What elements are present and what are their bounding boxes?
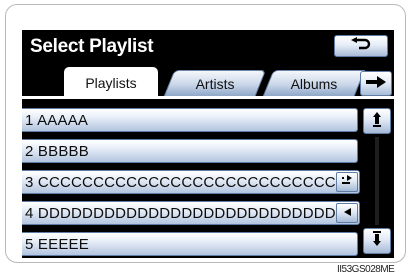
- scroll-down-icon: [372, 230, 382, 252]
- list-item[interactable]: 4 DDDDDDDDDDDDDDDDDDDDDDDDDDDD: [22, 201, 360, 225]
- tab-label: Albums: [290, 75, 338, 92]
- expand-text-button[interactable]: [336, 172, 358, 192]
- list-item[interactable]: 2 BBBBB: [22, 139, 358, 163]
- list-item[interactable]: 1 AAAAA: [22, 108, 358, 132]
- list-item-label: 2 BBBBB: [25, 142, 89, 160]
- right-arrow-icon: [365, 75, 387, 93]
- list-item[interactable]: 5 EEEEE: [22, 232, 358, 256]
- back-button[interactable]: [334, 35, 388, 57]
- tab-playlists[interactable]: Playlists: [64, 67, 158, 97]
- list-item-label: 1 AAAAA: [25, 111, 89, 129]
- scroll-down-button[interactable]: [363, 228, 391, 254]
- next-tab-button[interactable]: [360, 71, 392, 96]
- tab-label: Artists: [195, 75, 235, 92]
- expand-text-icon: [341, 173, 353, 191]
- scroll-up-icon: [372, 111, 382, 132]
- collapse-text-button[interactable]: [336, 203, 358, 223]
- list-item-label: 3 CCCCCCCCCCCCCCCCCCCCCCCCCCCC: [25, 173, 347, 191]
- scrollbar-track[interactable]: [375, 137, 379, 225]
- list-item[interactable]: 3 CCCCCCCCCCCCCCCCCCCCCCCCCCCC: [22, 170, 360, 194]
- list-item-label: 5 EEEEE: [25, 235, 89, 253]
- page-title: Select Playlist: [30, 36, 154, 57]
- scroll-up-button[interactable]: [363, 108, 391, 134]
- playlist-screen: Select Playlist Playlists Artists Albums…: [22, 30, 394, 258]
- figure-code: II53GS028ME: [337, 264, 395, 275]
- tab-divider: [22, 96, 394, 99]
- return-arrow-icon: [350, 36, 372, 56]
- tab-label: Playlists: [85, 74, 137, 91]
- tab-albums[interactable]: Albums: [262, 70, 366, 96]
- left-triangle-icon: [342, 204, 352, 222]
- tab-artists[interactable]: Artists: [163, 70, 267, 96]
- list-item-label: 4 DDDDDDDDDDDDDDDDDDDDDDDDDDDD: [25, 204, 347, 222]
